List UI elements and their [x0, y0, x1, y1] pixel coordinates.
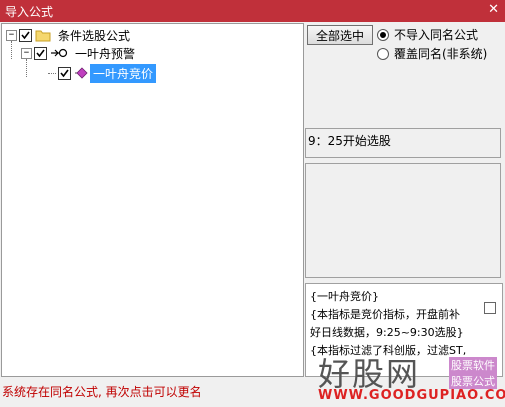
description-line: {一叶舟竞价} [310, 290, 379, 303]
window-title: 导入公式 [5, 5, 54, 19]
tree-node-leaf[interactable]: 一叶舟竞价 [48, 63, 157, 83]
checkbox-root[interactable] [19, 28, 32, 42]
formula-link-icon [51, 48, 68, 58]
radio-overwrite-label: 覆盖同名(非系统) [394, 47, 488, 61]
tree-label-leaf: 一叶舟竞价 [90, 63, 157, 83]
checkbox-checked-icon [36, 49, 45, 57]
time-note-text: 9：25开始选股 [308, 134, 391, 148]
tree-label-child: 一叶舟预警 [75, 46, 136, 61]
tree-label-root: 条件选股公式 [58, 28, 131, 43]
tree-node-root[interactable]: − 条件选股公式 [6, 26, 133, 44]
watermark-tag: 股票公式 [449, 373, 497, 389]
description-checkbox[interactable] [484, 302, 496, 314]
checkbox-leaf[interactable] [58, 66, 71, 80]
close-icon[interactable]: ✕ [488, 2, 499, 17]
checkbox-child[interactable] [34, 46, 47, 60]
select-all-button[interactable]: 全部选中 [307, 25, 373, 45]
checkbox-checked-icon [21, 31, 30, 39]
formula-tree[interactable]: − 条件选股公式 − 一叶舟预警 一叶舟竞价 [1, 23, 304, 377]
radio-skip-indicator[interactable] [377, 28, 389, 41]
folder-icon [35, 30, 51, 41]
empty-panel [305, 163, 501, 278]
tree-connector [48, 72, 56, 74]
radio-skip-duplicates[interactable]: 不导入同名公式 [377, 26, 478, 43]
time-note-panel: 9：25开始选股 [305, 128, 501, 158]
radio-skip-label: 不导入同名公式 [394, 28, 479, 42]
collapse-toggle-child[interactable]: − [21, 47, 32, 59]
status-message: 系统存在同名公式, 再次点击可以更名 [2, 385, 202, 399]
radio-overwrite-indicator[interactable] [377, 47, 389, 60]
watermark: 好股网 股票软件 股票公式 WWW.GOODGUPIAO.COM [295, 345, 505, 407]
collapse-toggle-root[interactable]: − [6, 29, 17, 41]
checkbox-checked-icon [60, 69, 69, 77]
description-line: {本指标是竞价指标，开盘前补 [310, 308, 460, 321]
title-bar: 导入公式 ✕ [0, 0, 505, 22]
radio-overwrite-duplicates[interactable]: 覆盖同名(非系统) [377, 45, 487, 62]
tree-node-child[interactable]: − 一叶舟预警 [21, 44, 138, 62]
description-line: 好日线数据，9:25~9:30选股} [310, 326, 464, 339]
formula-diamond-icon [75, 67, 88, 79]
watermark-tag: 股票软件 [449, 357, 497, 373]
watermark-url: WWW.GOODGUPIAO.COM [318, 388, 505, 403]
